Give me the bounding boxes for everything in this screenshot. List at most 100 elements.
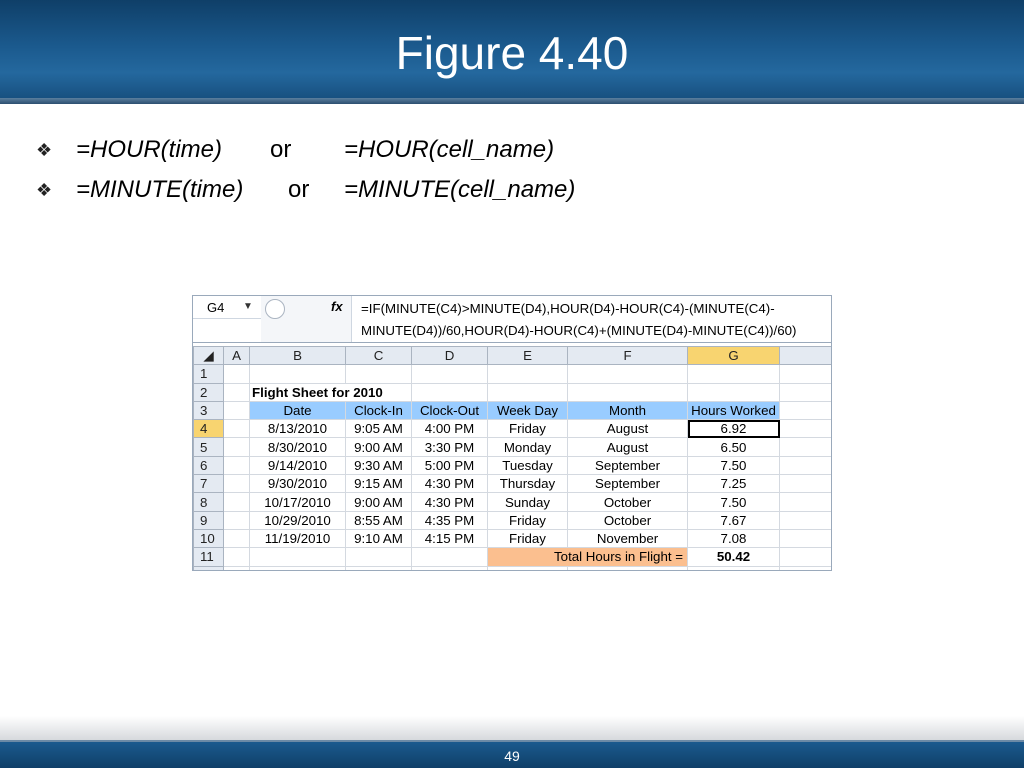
row-header-selected[interactable]: 4 [193,419,224,439]
cell[interactable]: 9:00 AM [345,492,412,512]
cell[interactable]: 10/17/2010 [249,492,346,512]
cell[interactable] [223,419,250,439]
cell[interactable]: 9:05 AM [345,419,412,439]
cell[interactable] [345,547,412,567]
cell[interactable]: October [567,492,688,512]
cell[interactable]: 8/30/2010 [249,437,346,457]
cell[interactable] [223,400,250,421]
insert-function-icon[interactable]: fx [331,299,343,314]
cell[interactable]: Thursday [487,474,568,494]
cell[interactable]: 6.50 [687,437,780,457]
row-header[interactable]: 10 [193,528,224,549]
cell[interactable] [487,382,568,402]
header-cell-clock-out[interactable]: Clock-Out [411,400,488,421]
column-header[interactable]: B [249,345,346,366]
header-cell-month[interactable]: Month [567,400,688,421]
cell[interactable] [487,364,568,384]
name-box[interactable]: G4 ▼ [193,296,262,319]
cell[interactable] [345,364,412,384]
cell[interactable] [223,455,250,476]
cell[interactable]: 9:10 AM [345,528,412,549]
cell[interactable]: 4:00 PM [411,419,488,439]
cell[interactable] [567,364,688,384]
total-label-cell[interactable]: Total Hours in Flight = [487,547,688,567]
cell[interactable] [779,400,831,421]
row-header[interactable]: 3 [193,400,224,421]
row-header[interactable]: 11 [193,547,224,567]
cell[interactable] [223,437,250,457]
cell[interactable] [779,382,831,402]
cell[interactable] [223,547,250,567]
cell[interactable] [223,492,250,512]
cell[interactable]: 7.25 [687,474,780,494]
cell[interactable] [779,474,831,494]
cell[interactable] [411,547,488,567]
cell[interactable]: 5:00 PM [411,455,488,476]
cell[interactable] [779,455,831,476]
cell[interactable]: 11/19/2010 [249,528,346,549]
row-header[interactable]: 6 [193,455,224,476]
cell[interactable]: September [567,455,688,476]
cell[interactable] [223,510,250,530]
cell[interactable] [223,474,250,494]
cell[interactable]: 7.50 [687,455,780,476]
cell[interactable]: 4:35 PM [411,510,488,530]
cell[interactable] [223,528,250,549]
cell[interactable] [779,547,831,567]
cell[interactable]: 3:30 PM [411,437,488,457]
cell[interactable]: Friday [487,528,568,549]
cell[interactable] [687,382,780,402]
cell[interactable]: 9/30/2010 [249,474,346,494]
cell[interactable]: October [567,510,688,530]
cell[interactable] [567,382,688,402]
cell[interactable]: August [567,437,688,457]
cell[interactable] [249,547,346,567]
cell[interactable]: 10/29/2010 [249,510,346,530]
row-header[interactable]: 5 [193,437,224,457]
cell[interactable]: 4:30 PM [411,474,488,494]
cell[interactable]: 4:30 PM [411,492,488,512]
cell[interactable]: August [567,419,688,439]
row-header[interactable]: 9 [193,510,224,530]
cell[interactable]: 8/13/2010 [249,419,346,439]
active-cell[interactable]: 6.92 [687,419,780,439]
header-cell-date[interactable]: Date [249,400,346,421]
cell[interactable]: September [567,474,688,494]
header-cell-week-day[interactable]: Week Day [487,400,568,421]
column-header[interactable]: A [223,345,250,366]
total-value-cell[interactable]: 50.42 [687,547,780,567]
cell[interactable] [223,364,250,384]
select-all-corner[interactable]: ◢ [193,345,224,366]
cell[interactable]: Friday [487,419,568,439]
dropdown-arrow-icon[interactable]: ▼ [243,301,253,312]
cell[interactable]: Friday [487,510,568,530]
cell[interactable] [249,364,346,384]
row-header[interactable]: 1 [193,364,224,384]
cell[interactable]: 4:15 PM [411,528,488,549]
row-header[interactable]: 2 [193,382,224,402]
cell[interactable]: 9:15 AM [345,474,412,494]
cell[interactable]: Monday [487,437,568,457]
cell[interactable]: 9/14/2010 [249,455,346,476]
cell[interactable] [411,382,488,402]
cell[interactable]: 7.67 [687,510,780,530]
cell[interactable] [411,364,488,384]
column-header[interactable]: E [487,345,568,366]
cell[interactable] [779,510,831,530]
formula-input[interactable]: =IF(MINUTE(C4)>MINUTE(D4),HOUR(D4)-HOUR(… [361,298,831,342]
cell[interactable]: 8:55 AM [345,510,412,530]
cell[interactable]: 7.08 [687,528,780,549]
cell[interactable]: November [567,528,688,549]
cell[interactable] [779,492,831,512]
cell[interactable] [779,528,831,549]
cell[interactable] [779,437,831,457]
sheet-title-cell[interactable]: Flight Sheet for 2010 [249,382,412,402]
cell[interactable] [223,382,250,402]
cell[interactable] [779,364,831,384]
column-header[interactable]: D [411,345,488,366]
column-header-selected[interactable]: G [687,345,780,366]
cell[interactable] [779,419,831,439]
column-header[interactable]: C [345,345,412,366]
cell[interactable]: 9:30 AM [345,455,412,476]
row-header[interactable]: 7 [193,474,224,494]
